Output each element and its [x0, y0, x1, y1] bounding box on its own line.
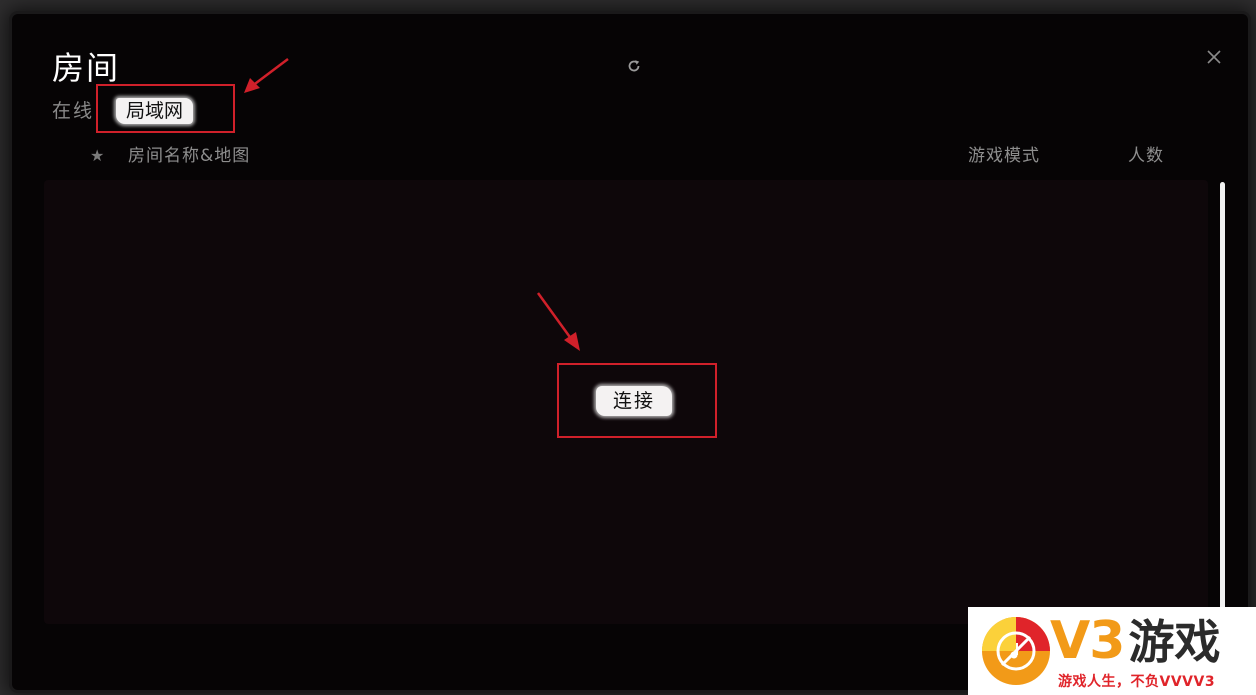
- lan-tab-highlight-box: [96, 84, 235, 133]
- close-icon[interactable]: [1202, 47, 1226, 71]
- connect-highlight-box: [557, 363, 717, 438]
- arrow-icon: [536, 292, 580, 351]
- star-icon[interactable]: ★: [90, 145, 104, 167]
- column-header-players[interactable]: 人数: [1128, 144, 1164, 168]
- tab-online[interactable]: 在线: [52, 96, 94, 126]
- column-header-game-mode[interactable]: 游戏模式: [968, 144, 1040, 168]
- watermark: V3游戏 游戏人生，不负VVVV3: [968, 607, 1256, 695]
- watermark-brand-latin: V3: [1050, 611, 1125, 671]
- watermark-brand-cn: 游戏: [1128, 615, 1221, 669]
- column-header-room-name[interactable]: 房间名称&地图: [128, 144, 250, 168]
- watermark-slogan: 游戏人生，不负VVVV3: [1058, 674, 1216, 690]
- v3-logo-icon: [982, 617, 1050, 685]
- dialog-title: 房间: [52, 49, 121, 87]
- watermark-brand: V3游戏: [1050, 611, 1220, 672]
- refresh-icon[interactable]: [624, 58, 644, 78]
- screenshot-frame: 房间 在线 局域网 ★ 房间名称&地图 游戏模式 人数 连接 V3游戏 游戏人生…: [0, 0, 1256, 695]
- room-list-scrollbar[interactable]: [1220, 182, 1225, 612]
- arrow-icon: [244, 58, 289, 93]
